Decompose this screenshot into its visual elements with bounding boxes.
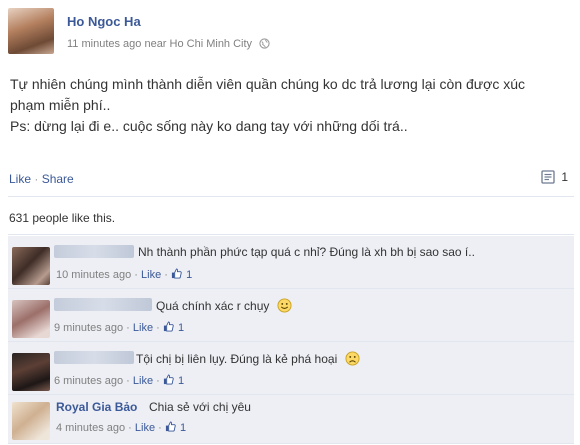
post-actions: Like · Share [9,172,74,186]
commenter-name-blurred[interactable] [54,245,134,258]
comment-text: Tội chị bị liên lụy. Đúng là kẻ phá hoại [136,351,360,366]
smile-emoticon-icon [277,298,292,313]
post-timestamp-location[interactable]: 11 minutes ago near Ho Chi Minh City [67,38,252,50]
thumbs-up-icon [165,421,176,432]
author-avatar[interactable] [8,8,54,54]
comment-time[interactable]: 10 minutes ago [56,269,131,281]
post-meta: 11 minutes ago near Ho Chi Minh City [67,38,270,50]
comment-count-value: 1 [561,170,568,184]
likes-summary[interactable]: 631 people like this. [9,211,115,225]
comment-item: Quá chính xác r chụy 9 minutes ago · Lik… [8,289,574,342]
post-line: Ps: dừng lại đi e.. cuộc sống này ko dan… [10,118,408,134]
frown-emoticon-icon [345,351,360,366]
comment-item: Tội chị bị liên lụy. Đúng là kẻ phá hoại… [8,342,574,395]
post-line: phạm miễn phí.. [10,97,111,113]
globe-icon [259,38,270,49]
commenter-avatar[interactable] [12,353,50,391]
thumbs-up-icon [171,268,182,279]
commenter-name[interactable]: Royal Gia Bảo [56,400,137,414]
commenter-name-blurred[interactable] [54,298,152,311]
comment-like-link[interactable]: Like [135,422,155,434]
comment-like-count[interactable]: 1 [178,375,184,387]
separator: · [34,172,39,186]
comment-meta: 9 minutes ago · Like · 1 [54,321,185,334]
comment-text-content: Quá chính xác r chụy [156,299,270,313]
comment-text: Nh thành phần phức tạp quá c nhỉ? Đúng l… [138,245,475,259]
facebook-post: Ho Ngoc Ha 11 minutes ago near Ho Chi Mi… [0,0,580,445]
comment-text-content: Tội chị bị liên lụy. Đúng là kẻ phá hoại [136,352,338,366]
commenter-avatar[interactable] [12,402,50,440]
comment-like-count[interactable]: 1 [186,269,192,281]
comment-text: Chia sẻ với chị yêu [149,400,251,414]
comment-text: Quá chính xác r chụy [156,298,292,313]
comment-meta: 6 minutes ago · Like · 1 [54,374,185,387]
share-link[interactable]: Share [42,172,74,186]
divider [8,196,574,197]
thumbs-up-icon [163,321,174,332]
thumbs-up-icon [163,374,174,385]
comment-meta: 10 minutes ago · Like · 1 [56,268,193,281]
comment-time[interactable]: 9 minutes ago [54,322,123,334]
comment-time[interactable]: 6 minutes ago [54,375,123,387]
comment-item: Nh thành phần phức tạp quá c nhỉ? Đúng l… [8,236,574,289]
comment-time[interactable]: 4 minutes ago [56,422,125,434]
post-body: Tự nhiên chúng mình thành diễn viên quần… [10,74,565,137]
divider [8,234,574,235]
commenter-avatar[interactable] [12,300,50,338]
comment-item: Royal Gia Bảo Chia sẻ với chị yêu 4 minu… [8,395,574,444]
comment-like-link[interactable]: Like [141,269,161,281]
commenter-name-blurred[interactable] [54,351,134,364]
comment-like-link[interactable]: Like [133,322,153,334]
comment-like-count[interactable]: 1 [180,422,186,434]
like-link[interactable]: Like [9,172,31,186]
comment-like-link[interactable]: Like [133,375,153,387]
comment-count[interactable]: 1 [541,170,568,184]
commenter-avatar[interactable] [12,247,50,285]
comment-icon [541,170,555,184]
post-line: Tự nhiên chúng mình thành diễn viên quần… [10,76,526,92]
comment-meta: 4 minutes ago · Like · 1 [56,421,187,434]
comment-like-count[interactable]: 1 [178,322,184,334]
author-name[interactable]: Ho Ngoc Ha [67,14,141,29]
